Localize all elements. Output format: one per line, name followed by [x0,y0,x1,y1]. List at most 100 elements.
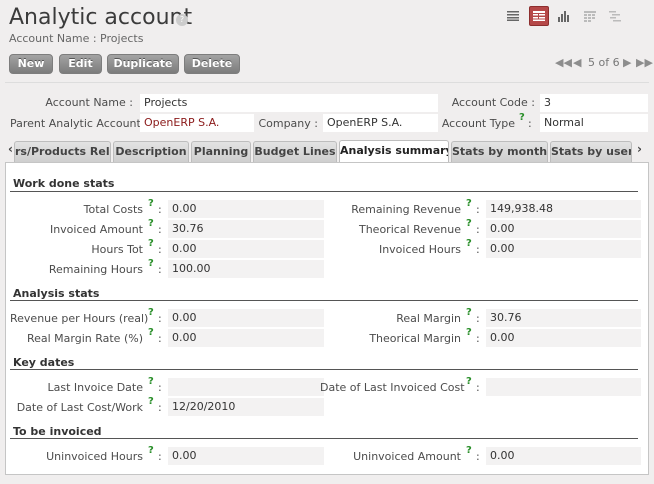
theorical-revenue-field[interactable]: 0.00 [486,220,641,238]
section-divider [10,438,638,439]
revenue-per-hours-label: Revenue per Hours (real) [10,312,149,325]
last-cost-work-label: Date of Last Cost/Work [16,401,143,414]
tab-scroll-left-icon[interactable]: ‹ [8,142,13,156]
total-costs-field[interactable]: 0.00 [168,200,324,218]
last-cost-work-field[interactable]: 12/20/2010 [168,398,324,416]
colon: : [158,381,162,394]
help-mark-icon[interactable]: ? [466,327,472,338]
real-margin-label: Real Margin [396,312,461,325]
help-mark-icon[interactable]: ? [148,307,154,318]
help-mark-icon[interactable]: ? [148,376,154,387]
help-icon[interactable]: ? [176,14,188,26]
list-view-icon[interactable] [503,6,523,26]
hours-tot-field[interactable]: 0.00 [168,240,324,258]
last-invoiced-cost-field[interactable] [486,378,641,396]
next-record-icon[interactable]: ▶ [623,56,631,70]
calendar-view-icon[interactable] [580,6,600,26]
real-margin-field[interactable]: 30.76 [486,309,641,327]
edit-button[interactable]: Edit [59,54,102,74]
account-type-label: Account Type [441,117,515,130]
header-divider [5,82,649,83]
theorical-margin-field[interactable]: 0.00 [486,329,641,347]
colon: : [158,332,162,345]
last-invoice-date-label: Last Invoice Date [47,381,143,394]
invoiced-amount-field[interactable]: 30.76 [168,220,324,238]
invoiced-amount-label: Invoiced Amount [49,223,143,236]
section-divider [10,300,638,301]
uninvoiced-amount-field[interactable]: 0.00 [486,447,641,465]
tab-planning[interactable]: Planning [191,141,251,162]
company-label: Company : [258,117,318,130]
real-margin-rate-field[interactable]: 0.00 [168,329,324,347]
tab-budget-lines[interactable]: Budget Lines [253,141,337,162]
colon: : [158,223,162,236]
help-mark-icon[interactable]: ? [466,238,472,249]
help-mark-icon[interactable]: ? [148,396,154,407]
duplicate-button[interactable]: Duplicate [107,54,179,74]
last-invoice-date-field[interactable] [168,378,324,396]
breadcrumb: Account Name : Projects [9,32,144,45]
company-field[interactable]: OpenERP S.A. [323,114,438,132]
help-mark-icon[interactable]: ? [466,376,472,387]
invoiced-hours-field[interactable]: 0.00 [486,240,641,258]
parent-account-label: Parent Analytic Account : [10,117,149,130]
section-work-done-stats: Work done stats [13,177,115,190]
page-title: Analytic account [9,5,193,30]
colon: : [158,450,162,463]
theorical-margin-label: Theorical Margin [369,332,461,345]
help-mark-icon[interactable]: ? [148,238,154,249]
colon: : [476,203,480,216]
colon: : [476,223,480,236]
account-code-field[interactable]: 3 [540,94,648,112]
first-record-icon[interactable]: ◀◀ [555,56,572,70]
colon: : [158,263,162,276]
remaining-revenue-field[interactable]: 149,938.48 [486,200,641,218]
account-type-colon: : [528,117,532,130]
section-to-be-invoiced: To be invoiced [13,425,102,438]
remaining-hours-field[interactable]: 100.00 [168,260,324,278]
graph-view-icon[interactable] [554,6,574,26]
help-mark-icon[interactable]: ? [466,445,472,456]
uninvoiced-amount-label: Uninvoiced Amount [353,450,461,463]
help-mark-icon[interactable]: ? [148,258,154,269]
remaining-revenue-label: Remaining Revenue [351,203,461,216]
tab-scroll-right-icon[interactable]: › [637,142,642,156]
account-name-field[interactable]: Projects [140,94,438,112]
last-record-icon[interactable]: ▶▶ [636,56,653,70]
account-type-field[interactable]: Normal [540,114,648,132]
section-key-dates: Key dates [13,356,75,369]
gantt-view-icon[interactable] [605,6,625,26]
help-mark-icon[interactable]: ? [148,218,154,229]
theorical-revenue-label: Theorical Revenue [358,223,461,236]
colon: : [158,401,162,414]
help-mark-icon[interactable]: ? [148,327,154,338]
help-mark-icon[interactable]: ? [466,218,472,229]
tab-description[interactable]: Description [113,141,189,162]
tab-bar: ‹ rs/Products Rel. Description Planning … [5,140,649,163]
tab-analysis-summary[interactable]: Analysis summary [339,140,449,163]
colon: : [476,243,480,256]
colon: : [476,381,480,394]
tab-stats-by-month[interactable]: Stats by month [451,141,548,162]
help-mark-icon[interactable]: ? [466,307,472,318]
previous-record-icon[interactable]: ◀ [573,56,581,70]
tab-stats-by-user[interactable]: Stats by user [550,141,632,162]
delete-button[interactable]: Delete [184,54,240,74]
section-divider [10,369,638,370]
colon: : [476,312,480,325]
help-mark-icon[interactable]: ? [148,445,154,456]
account-code-label: Account Code : [451,96,535,109]
form-view-icon[interactable] [529,6,549,26]
help-mark-icon[interactable]: ? [466,198,472,209]
revenue-per-hours-field[interactable]: 0.00 [168,309,324,327]
help-mark-icon[interactable]: ? [519,112,525,123]
parent-account-field[interactable]: OpenERP S.A. [140,114,254,132]
last-invoiced-cost-label: Date of Last Invoiced Cost [320,381,465,394]
colon: : [476,450,480,463]
section-analysis-stats: Analysis stats [13,287,100,300]
help-mark-icon[interactable]: ? [148,198,154,209]
tab-services-products-rel[interactable]: rs/Products Rel. [14,141,111,162]
uninvoiced-hours-field[interactable]: 0.00 [168,447,324,465]
colon: : [158,312,162,325]
new-button[interactable]: New [9,54,53,74]
